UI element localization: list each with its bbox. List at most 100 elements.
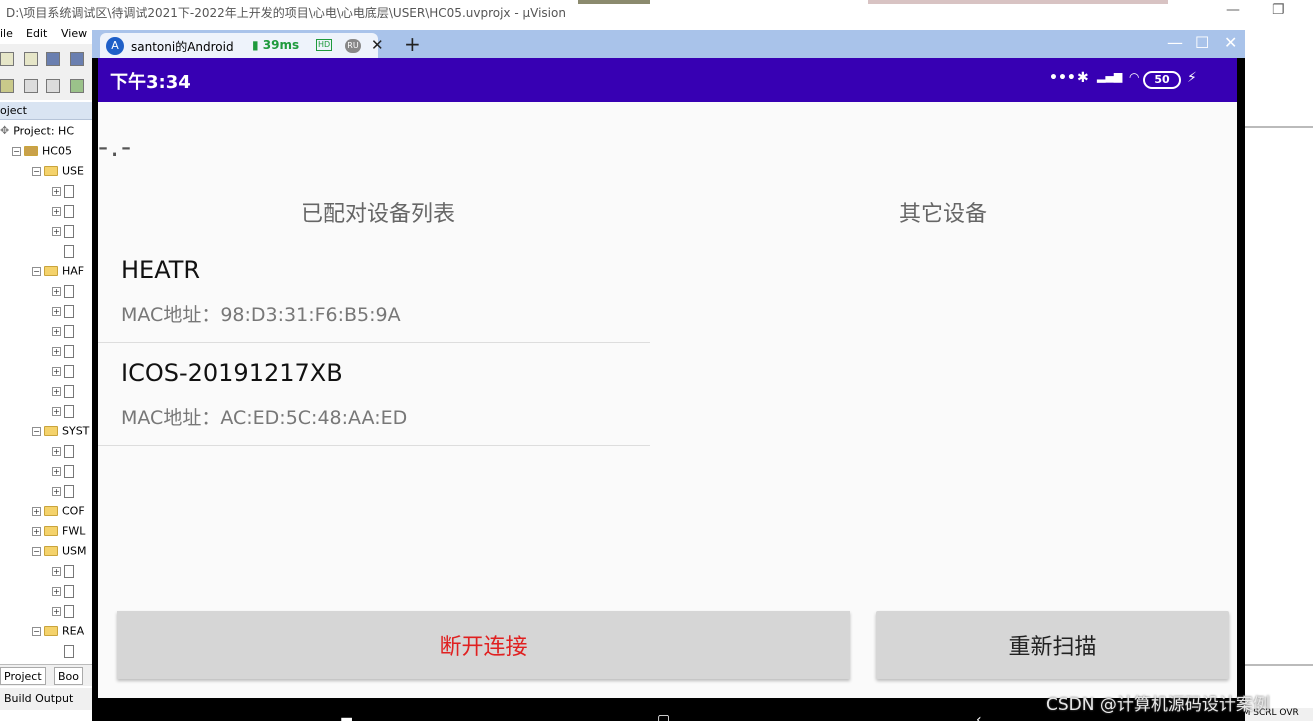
ide-minimize-icon[interactable]: —	[1226, 2, 1240, 18]
load-icon[interactable]	[70, 79, 84, 93]
tab-project[interactable]: Project	[0, 667, 46, 685]
disconnect-button[interactable]: 断开连接	[117, 611, 850, 679]
expand-toggle-icon[interactable]: +	[32, 526, 41, 536]
save-icon[interactable]	[46, 52, 60, 66]
close-tab-icon[interactable]: ✕	[371, 36, 384, 54]
hd-badge[interactable]: HD	[316, 39, 333, 51]
expand-toggle-icon[interactable]: +	[52, 306, 61, 316]
battery-indicator: 50	[1143, 71, 1181, 89]
tree-node[interactable]: ✥ Project: HC	[0, 124, 74, 142]
tree-node[interactable]: +	[52, 384, 74, 402]
expand-toggle-icon[interactable]: +	[52, 406, 61, 416]
expand-toggle-icon[interactable]: +	[52, 226, 61, 236]
expand-toggle-icon[interactable]: +	[52, 286, 61, 296]
expand-toggle-icon[interactable]: +	[32, 506, 41, 516]
tree-node[interactable]	[52, 644, 74, 662]
tree-node[interactable]: − HAF	[32, 264, 84, 282]
device-tab[interactable]: A santoni的Android ▮ 39ms HD RU ✕	[100, 33, 384, 58]
tree-node[interactable]: − REA	[32, 624, 84, 642]
bluetooth-icon: ✱	[1077, 70, 1089, 86]
expand-toggle-icon[interactable]: +	[52, 586, 61, 596]
nav-recents-icon[interactable]: ▬	[340, 712, 353, 728]
tree-node[interactable]: +	[52, 584, 74, 602]
user-avatar-icon: A	[106, 37, 124, 55]
expand-toggle-icon[interactable]: −	[32, 166, 41, 176]
tree-node[interactable]: − HC05	[12, 144, 72, 162]
tree-node[interactable]: − USM	[32, 544, 87, 562]
add-tab-icon[interactable]: +	[404, 32, 421, 56]
tree-node[interactable]: +	[52, 344, 74, 362]
paired-device-item[interactable]: ICOS-20191217XB MAC地址：AC:ED:5C:48:AA:ED	[98, 343, 650, 446]
expand-toggle-icon[interactable]: +	[52, 486, 61, 496]
nav-back-icon[interactable]: ‹	[976, 712, 982, 728]
tree-node[interactable]: +	[52, 364, 74, 382]
expand-toggle-icon[interactable]: +	[52, 366, 61, 376]
file-icon	[64, 644, 74, 658]
expand-toggle-icon[interactable]: +	[52, 386, 61, 396]
expand-toggle-icon[interactable]: +	[52, 186, 61, 196]
mirror-window-titlebar: A santoni的Android ▮ 39ms HD RU ✕ + — ☐ ✕	[92, 30, 1245, 58]
tree-node[interactable]: +	[52, 444, 74, 462]
expand-toggle-icon[interactable]: −	[12, 146, 21, 156]
ide-restore-icon[interactable]: ❐	[1272, 2, 1285, 18]
menu-edit[interactable]: Edit	[26, 27, 47, 40]
nav-home-icon[interactable]: ▢	[657, 712, 670, 728]
tree-node[interactable]: − SYST	[32, 424, 89, 442]
tree-node-label: HC05	[42, 144, 72, 158]
expand-toggle-icon[interactable]: +	[52, 346, 61, 356]
charging-icon: ⚡	[1187, 70, 1197, 86]
tree-node[interactable]: +	[52, 484, 74, 502]
expand-toggle-icon[interactable]: +	[52, 466, 61, 476]
mirror-close-icon[interactable]: ✕	[1224, 33, 1237, 52]
mirror-minimize-icon[interactable]: —	[1167, 33, 1183, 52]
rescan-button[interactable]: 重新扫描	[876, 611, 1229, 679]
rebuild-icon[interactable]	[46, 79, 60, 93]
device-mac: MAC地址：98:D3:31:F6:B5:9A	[121, 304, 401, 326]
tree-node[interactable]: +	[52, 404, 74, 422]
expand-toggle-icon[interactable]: +	[52, 606, 61, 616]
expand-toggle-icon[interactable]: −	[32, 426, 41, 436]
status-time: 下午3:34	[110, 72, 191, 93]
tree-node[interactable]: +	[52, 464, 74, 482]
build-output-panel: Build Output	[0, 688, 92, 710]
expand-toggle-icon[interactable]: −	[32, 626, 41, 636]
tree-node[interactable]: +	[52, 224, 74, 242]
folder-icon	[44, 426, 58, 436]
menu-view[interactable]: View	[61, 27, 87, 40]
tree-node[interactable]: +	[52, 324, 74, 342]
open-folder-icon[interactable]	[24, 52, 38, 66]
tree-node[interactable]: +	[52, 304, 74, 322]
expand-toggle-icon[interactable]: +	[52, 566, 61, 576]
expand-toggle-icon[interactable]: +	[52, 206, 61, 216]
project-tree: ✥ Project: HC − HC05− USE + + + − HAF + + + + + + + − SYST…	[0, 120, 92, 662]
paired-device-item[interactable]: HEATR MAC地址：98:D3:31:F6:B5:9A	[98, 240, 650, 343]
tree-node[interactable]	[52, 244, 74, 262]
expand-toggle-icon[interactable]: −	[32, 266, 41, 276]
tree-node[interactable]: +	[52, 564, 74, 582]
save-all-icon[interactable]	[70, 52, 84, 66]
build-icon[interactable]	[24, 79, 38, 93]
file-icon	[64, 324, 74, 338]
tree-node[interactable]: − USE	[32, 164, 84, 182]
tab-books[interactable]: Boo	[54, 667, 84, 685]
tree-node-label: Project: HC	[13, 124, 75, 138]
tree-node[interactable]: +	[52, 184, 74, 202]
mirror-maximize-icon[interactable]: ☐	[1195, 33, 1209, 52]
editor-divider	[1245, 126, 1313, 128]
tree-node[interactable]: + FWL	[32, 524, 85, 542]
tree-node[interactable]: +	[52, 204, 74, 222]
translate-icon[interactable]	[0, 79, 14, 93]
file-icon	[64, 304, 74, 318]
tree-node[interactable]: +	[52, 284, 74, 302]
expand-toggle-icon[interactable]: −	[32, 546, 41, 556]
tree-node[interactable]: +	[52, 604, 74, 622]
file-icon	[64, 224, 74, 238]
tree-node[interactable]: + COF	[32, 504, 85, 522]
build-output-label[interactable]: Build Output	[4, 692, 73, 705]
new-file-icon[interactable]	[0, 52, 14, 66]
ru-badge[interactable]: RU	[345, 39, 361, 53]
menu-file[interactable]: ile	[0, 27, 13, 40]
expand-toggle-icon[interactable]: +	[52, 446, 61, 456]
expand-toggle-icon[interactable]: +	[52, 326, 61, 336]
ide-editor-strip	[1245, 24, 1313, 721]
